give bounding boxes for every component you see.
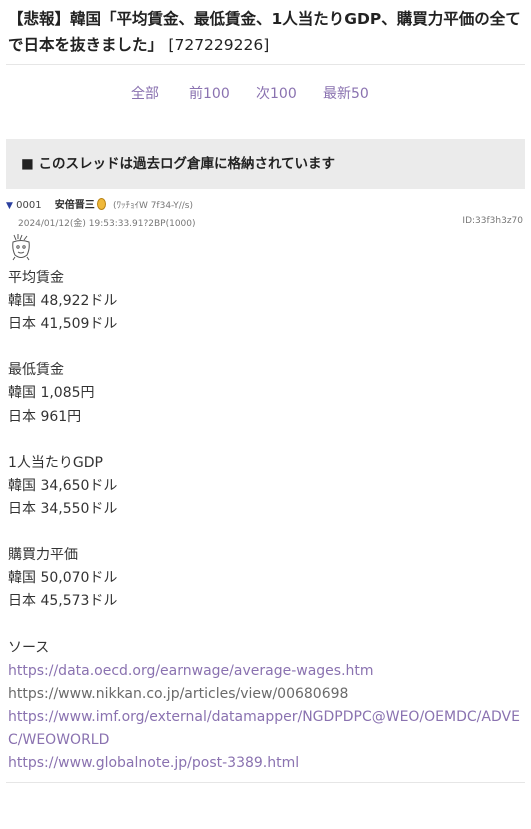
post-datetime: 2024/01/12(金) 19:53:33.91?2BP(1000) bbox=[18, 219, 196, 229]
nav-all-link[interactable]: 全部 bbox=[131, 83, 159, 103]
post-line: 韓国 50,070ドル bbox=[8, 570, 118, 587]
post-line: 韓国 48,922ドル bbox=[8, 293, 118, 310]
nav-latest-50-link[interactable]: 最新50 bbox=[323, 83, 369, 103]
source-link-imf[interactable]: https://www.imf.org/external/datamapper/… bbox=[8, 706, 523, 752]
post-body: 平均賃金 韓国 48,922ドル 日本 41,509ドル 最低賃金 韓国 1,0… bbox=[8, 267, 523, 775]
archive-notice: ■ このスレッドは過去ログ倉庫に格納されています bbox=[6, 139, 525, 189]
source-link-globalnote[interactable]: https://www.globalnote.jp/post-3389.html bbox=[8, 752, 523, 775]
post-line: 日本 41,509ドル bbox=[8, 316, 118, 333]
thread-title: 【悲報】韓国「平均賃金、最低賃金、1人当たりGDP、購買力平価の全てで日本を抜き… bbox=[8, 6, 523, 58]
poster-name: 安倍晋三 bbox=[54, 200, 95, 211]
thread-nav: 全部 前100 次100 最新50 bbox=[0, 83, 531, 103]
post-line: 日本 961円 bbox=[8, 408, 82, 425]
post-number[interactable]: 0001 bbox=[16, 200, 41, 211]
poster-trip: (ﾜｯﾁｮｲW 7f34-Y//s) bbox=[112, 201, 193, 211]
post-line: 購買力平価 bbox=[8, 547, 78, 564]
post-line: 平均賃金 bbox=[8, 270, 64, 286]
nav-next-100-link[interactable]: 次100 bbox=[256, 83, 297, 103]
nav-prev-100-link[interactable]: 前100 bbox=[189, 83, 230, 103]
post-header: ▼ 0001 安倍晋三 (ﾜｯﾁｮｲW 7f34-Y//s) 2024/01/1… bbox=[6, 198, 525, 234]
post-line: 韓国 1,085円 bbox=[8, 385, 95, 402]
post-line: 最低賃金 bbox=[8, 362, 64, 379]
post-line bbox=[8, 429, 523, 452]
post-toggle-triangle-icon[interactable]: ▼ bbox=[6, 201, 13, 211]
source-link-nikkan[interactable]: https://www.nikkan.co.jp/articles/view/0… bbox=[8, 683, 523, 706]
coin-badge-icon bbox=[96, 198, 106, 210]
post-line bbox=[8, 521, 523, 544]
post-line: 1人当たりGDP bbox=[8, 454, 103, 471]
post-line: 日本 34,550ドル bbox=[8, 500, 118, 517]
source-link-oecd[interactable]: https://data.oecd.org/earnwage/average-w… bbox=[8, 660, 523, 683]
post-line: ソース bbox=[8, 639, 50, 656]
divider-top bbox=[6, 64, 525, 65]
divider-bottom bbox=[6, 782, 525, 783]
post-user-id[interactable]: ID:33f3h3z70 bbox=[462, 216, 523, 226]
post-line bbox=[8, 613, 523, 636]
post-line: 韓国 34,650ドル bbox=[8, 477, 118, 494]
be-face-icon bbox=[12, 234, 30, 261]
post-line bbox=[8, 336, 523, 359]
post-line: 日本 45,573ドル bbox=[8, 593, 118, 610]
thread-id: [727229226] bbox=[168, 36, 270, 54]
